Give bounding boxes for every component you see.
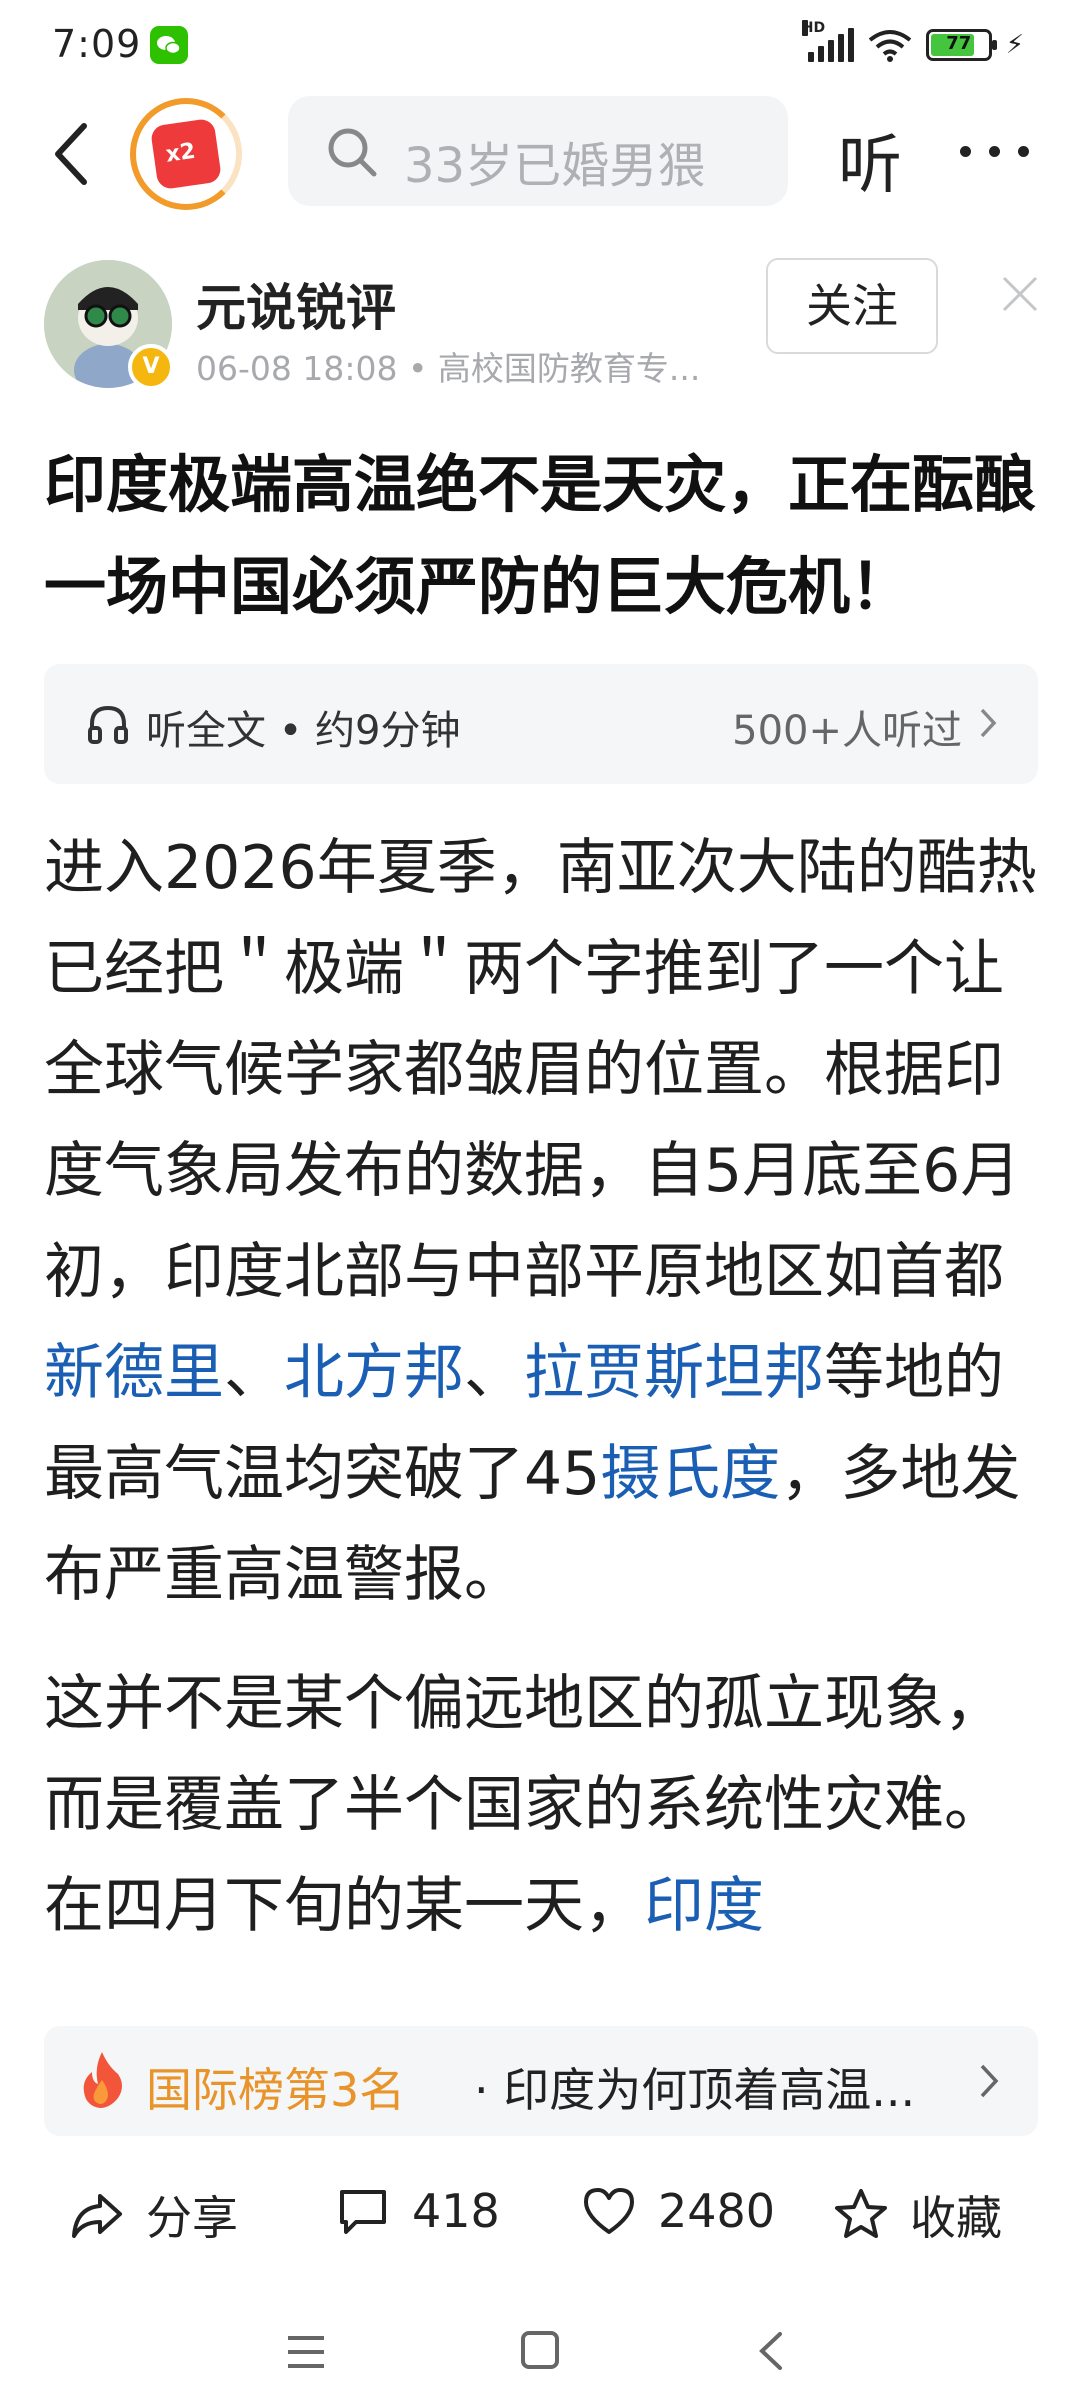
- flame-icon: [83, 2052, 122, 2108]
- search-placeholder: 33岁已婚男猥: [404, 138, 706, 194]
- ranking-bar[interactable]: 国际榜第3名 · 印度为何顶着高温...: [44, 2026, 1038, 2136]
- wifi-icon: [868, 30, 911, 62]
- headphone-icon: [88, 705, 128, 744]
- search-input[interactable]: 33岁已婚男猥: [288, 96, 788, 206]
- comment-button[interactable]: 418: [334, 2182, 500, 2240]
- listen-button[interactable]: 听: [838, 114, 902, 206]
- article-title: 印度极端高温绝不是天灾，正在酝酿一场中国必须严防的巨大危机！: [44, 448, 1037, 623]
- status-time: 7:09: [52, 22, 142, 66]
- close-icon[interactable]: [996, 270, 1044, 318]
- wechat-icon: [150, 26, 188, 64]
- link-celsius[interactable]: 摄氏度: [600, 1439, 780, 1509]
- comment-icon: [340, 2190, 386, 2234]
- author-meta: 06-08 18:08 • 高校国防教育专...: [196, 349, 701, 388]
- more-icon[interactable]: [960, 146, 1029, 157]
- share-label: 分享: [146, 2191, 238, 2245]
- listen-label: 听全文 • 约9分钟: [146, 708, 461, 754]
- favorite-button[interactable]: 收藏: [832, 2182, 1002, 2248]
- link-india[interactable]: 印度: [644, 1871, 764, 1941]
- signal-icon: HD: [801, 20, 854, 62]
- author-name[interactable]: 元说锐评: [196, 268, 396, 340]
- search-icon: [328, 128, 377, 177]
- menu-icon[interactable]: [286, 2334, 326, 2370]
- like-button[interactable]: 2480: [580, 2182, 775, 2240]
- verified-badge: V: [128, 344, 174, 390]
- redpacket-icon[interactable]: x2: [130, 98, 242, 210]
- listen-full-text-bar[interactable]: 听全文 • 约9分钟 500+人听过: [44, 664, 1038, 784]
- link-new-delhi[interactable]: 新德里: [44, 1338, 224, 1408]
- favorite-label: 收藏: [910, 2191, 1002, 2245]
- link-uttar-pradesh[interactable]: 北方邦: [284, 1338, 464, 1408]
- charging-icon: ⚡: [1005, 30, 1024, 60]
- chevron-right-icon: [980, 708, 997, 738]
- chevron-right-icon: [980, 2064, 999, 2098]
- author-row: V 元说锐评 06-08 18:08 • 高校国防教育专... 关注: [0, 258, 1080, 398]
- rank-label: 国际榜第3名: [146, 2063, 406, 2117]
- like-count: 2480: [658, 2184, 776, 2238]
- battery-level: 77: [946, 33, 972, 54]
- status-bar: 7:09 HD 77 ⚡: [0, 0, 1080, 96]
- top-navigation: x2 33岁已婚男猥 听: [0, 96, 1080, 216]
- rank-text: · 印度为何顶着高温...: [474, 2063, 916, 2117]
- network-type: HD: [801, 20, 826, 36]
- share-button[interactable]: 分享: [68, 2182, 238, 2248]
- battery-icon: 77: [925, 29, 997, 61]
- back-icon[interactable]: [44, 114, 104, 194]
- share-icon: [72, 2194, 122, 2238]
- listen-count: 500+人听过: [732, 708, 962, 754]
- back-icon[interactable]: [756, 2330, 786, 2372]
- paragraph: 进入2026年夏季，南亚次大陆的酷热已经把＂极端＂两个字推到了一个让全球气候学家…: [44, 833, 1037, 1610]
- follow-button[interactable]: 关注: [766, 258, 938, 354]
- paragraph: 这并不是某个偏远地区的孤立现象，而是覆盖了半个国家的系统性灾难。在四月下旬的某一…: [44, 1669, 1004, 1941]
- star-icon: [835, 2189, 887, 2238]
- comment-count: 418: [412, 2184, 500, 2238]
- action-bar: 分享 418 2480 收藏: [0, 2150, 1080, 2270]
- heart-icon: [584, 2188, 634, 2234]
- article-body: 进入2026年夏季，南亚次大陆的酷热已经把＂极端＂两个字推到了一个让全球气候学家…: [44, 818, 1044, 2002]
- link-rajasthan[interactable]: 拉贾斯坦邦: [524, 1338, 824, 1408]
- system-navigation-bar: [0, 2290, 1080, 2400]
- redpacket-badge: x2: [164, 138, 197, 168]
- home-icon[interactable]: [520, 2330, 560, 2370]
